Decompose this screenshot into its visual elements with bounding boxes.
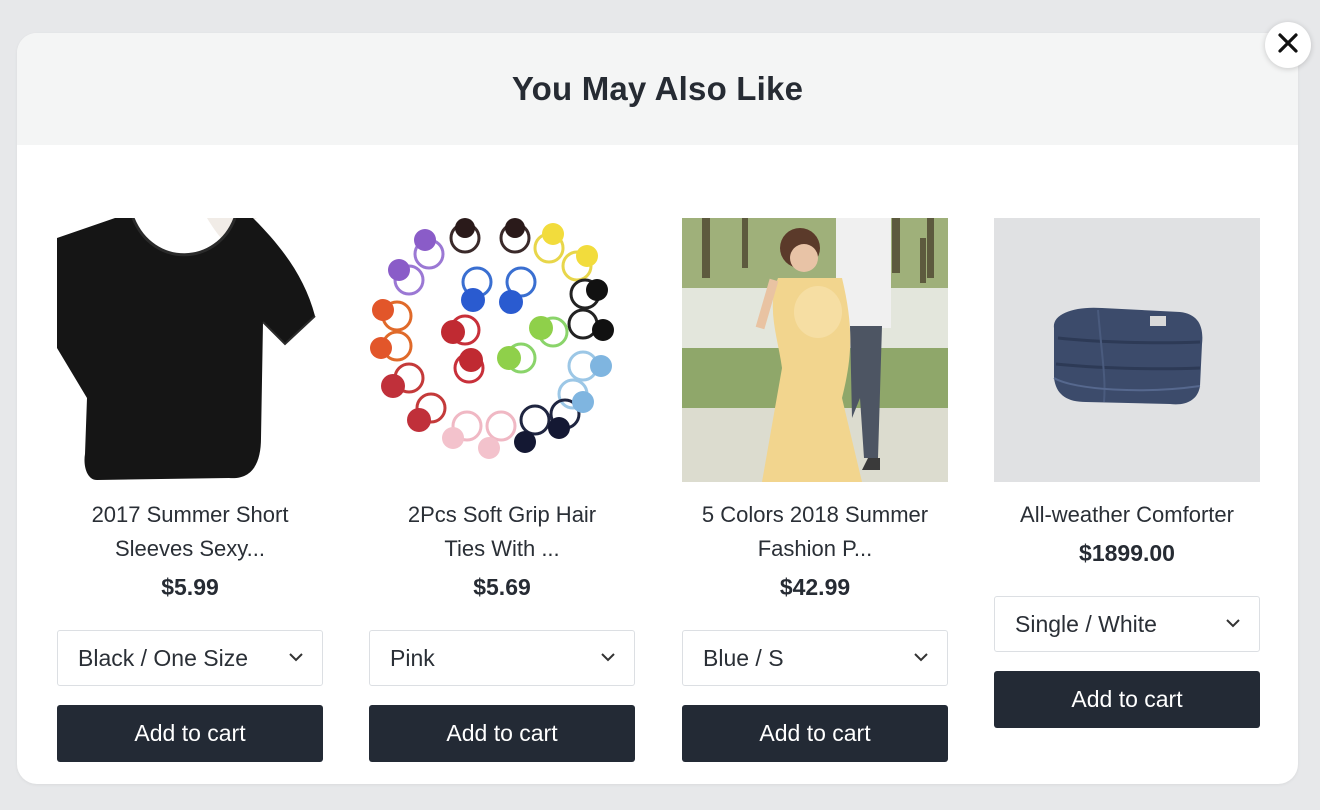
variant-select[interactable]: Blue / S bbox=[682, 630, 948, 686]
variant-value: Single / White bbox=[1015, 610, 1157, 637]
product-image[interactable] bbox=[994, 218, 1260, 482]
product-image[interactable] bbox=[57, 218, 323, 482]
variant-select[interactable]: Pink bbox=[369, 630, 635, 686]
chevron-down-icon bbox=[288, 649, 304, 667]
product-price: $5.69 bbox=[473, 574, 531, 600]
product-name-line: 2017 Summer Short bbox=[91, 502, 289, 527]
product-card: 2Pcs Soft Grip Hair Ties With ... $5.69 … bbox=[369, 218, 635, 762]
variant-value: Black / One Size bbox=[78, 644, 249, 671]
modal-header: You May Also Like bbox=[17, 33, 1298, 145]
chevron-down-icon bbox=[913, 649, 929, 667]
recommendations-modal: You May Also Like 2017 Summer Short Slee… bbox=[17, 33, 1298, 784]
product-card: 5 Colors 2018 Summer Fashion P... $42.99… bbox=[682, 218, 948, 762]
close-icon bbox=[1277, 32, 1299, 59]
product-price: $42.99 bbox=[779, 574, 851, 600]
add-to-cart-button[interactable]: Add to cart bbox=[369, 705, 635, 762]
product-name-line: Ties With ... bbox=[444, 536, 560, 561]
product-name[interactable]: 2Pcs Soft Grip Hair Ties With ... bbox=[369, 498, 635, 566]
modal-title: You May Also Like bbox=[511, 70, 804, 107]
product-name[interactable]: 5 Colors 2018 Summer Fashion P... bbox=[682, 498, 948, 566]
variant-select[interactable]: Single / White bbox=[994, 596, 1260, 652]
product-card: All-weather Comforter $1899.00 Single / … bbox=[994, 218, 1260, 728]
variant-select[interactable]: Black / One Size bbox=[57, 630, 323, 686]
add-to-cart-button[interactable]: Add to cart bbox=[57, 705, 323, 762]
variant-value: Blue / S bbox=[703, 644, 784, 671]
variant-value: Pink bbox=[390, 644, 435, 671]
product-name-line: All-weather Comforter bbox=[1020, 502, 1234, 527]
product-name-line: 5 Colors 2018 Summer bbox=[701, 502, 929, 527]
close-button[interactable] bbox=[1265, 22, 1311, 68]
product-image[interactable] bbox=[682, 218, 948, 482]
product-card: 2017 Summer Short Sleeves Sexy... $5.99 … bbox=[57, 218, 323, 762]
product-name-line: Fashion P... bbox=[757, 536, 873, 561]
product-name[interactable]: All-weather Comforter bbox=[994, 498, 1260, 532]
chevron-down-icon bbox=[1225, 615, 1241, 633]
product-price: $5.99 bbox=[161, 574, 219, 600]
product-image[interactable] bbox=[369, 218, 635, 482]
product-list: 2017 Summer Short Sleeves Sexy... $5.99 … bbox=[17, 218, 1298, 784]
product-name-line: 2Pcs Soft Grip Hair bbox=[407, 502, 597, 527]
add-to-cart-button[interactable]: Add to cart bbox=[994, 671, 1260, 728]
add-to-cart-button[interactable]: Add to cart bbox=[682, 705, 948, 762]
product-name[interactable]: 2017 Summer Short Sleeves Sexy... bbox=[57, 498, 323, 566]
product-name-line: Sleeves Sexy... bbox=[115, 536, 265, 561]
product-price: $1899.00 bbox=[1079, 540, 1175, 566]
chevron-down-icon bbox=[600, 649, 616, 667]
